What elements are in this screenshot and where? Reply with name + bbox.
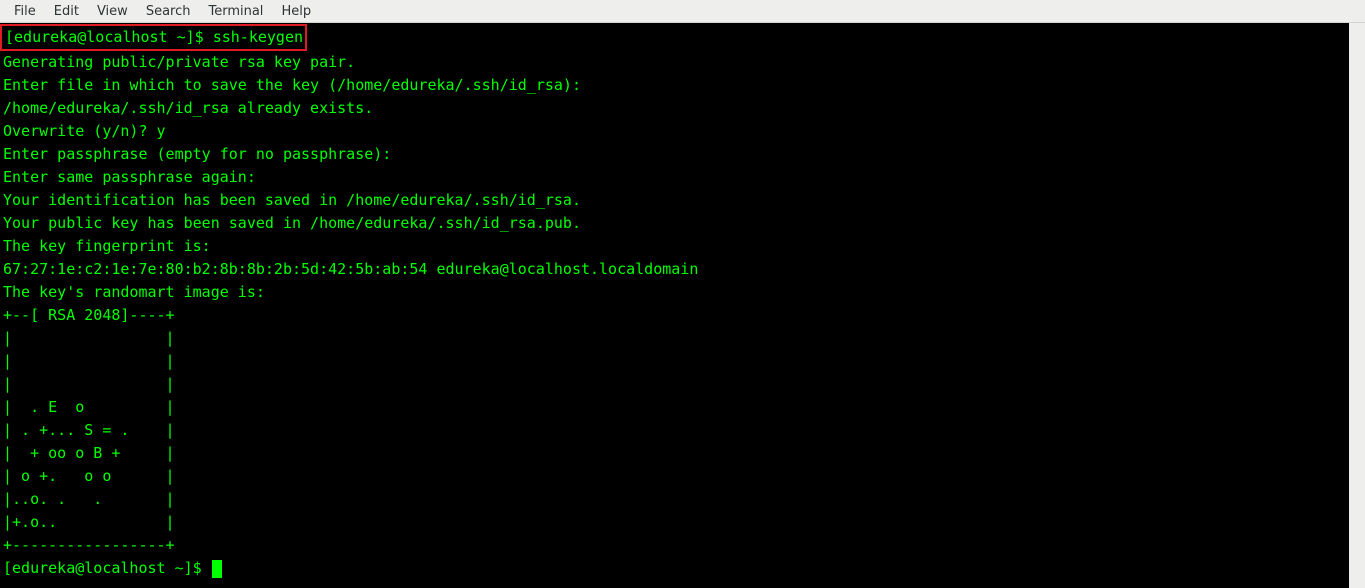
terminal-prompt: [edureka@localhost ~]$: [3, 557, 211, 580]
terminal-command-line: [edureka@localhost ~]$ ssh-keygen: [4, 26, 303, 49]
terminal-line: | o +. o o |: [0, 465, 1349, 488]
menu-view[interactable]: View: [88, 2, 137, 21]
terminal-line: |..o. . . |: [0, 488, 1349, 511]
terminal-line: Enter passphrase (empty for no passphras…: [0, 143, 1349, 166]
terminal-line: | |: [0, 350, 1349, 373]
terminal-line: +-----------------+: [0, 534, 1349, 557]
terminal-line: The key fingerprint is:: [0, 235, 1349, 258]
terminal-line: /home/edureka/.ssh/id_rsa already exists…: [0, 97, 1349, 120]
menu-file[interactable]: File: [5, 2, 45, 21]
terminal-line: +--[ RSA 2048]----+: [0, 304, 1349, 327]
highlighted-command-box: [edureka@localhost ~]$ ssh-keygen: [0, 24, 307, 51]
terminal-line: | |: [0, 373, 1349, 396]
terminal-line: |+.o.. |: [0, 511, 1349, 534]
terminal-line: Your public key has been saved in /home/…: [0, 212, 1349, 235]
terminal-line: | . +... S = . |: [0, 419, 1349, 442]
terminal-line: Your identification has been saved in /h…: [0, 189, 1349, 212]
menu-edit[interactable]: Edit: [45, 2, 88, 21]
menubar: File Edit View Search Terminal Help: [0, 0, 1365, 23]
terminal-line: Enter same passphrase again:: [0, 166, 1349, 189]
terminal-line: | + oo o B + |: [0, 442, 1349, 465]
menu-search[interactable]: Search: [137, 2, 200, 21]
menu-help[interactable]: Help: [272, 2, 320, 21]
terminal-line: | . E o |: [0, 396, 1349, 419]
terminal-line: 67:27:1e:c2:1e:7e:80:b2:8b:8b:2b:5d:42:5…: [0, 258, 1349, 281]
terminal-line: Enter file in which to save the key (/ho…: [0, 74, 1349, 97]
terminal-line: The key's randomart image is:: [0, 281, 1349, 304]
terminal-line: Generating public/private rsa key pair.: [0, 51, 1349, 74]
terminal-output[interactable]: [edureka@localhost ~]$ ssh-keygen Genera…: [0, 23, 1349, 588]
menu-terminal[interactable]: Terminal: [199, 2, 272, 21]
terminal-line: | |: [0, 327, 1349, 350]
terminal-prompt-line[interactable]: [edureka@localhost ~]$: [0, 557, 1349, 580]
terminal-line: Overwrite (y/n)? y: [0, 120, 1349, 143]
cursor-icon: [212, 560, 222, 578]
